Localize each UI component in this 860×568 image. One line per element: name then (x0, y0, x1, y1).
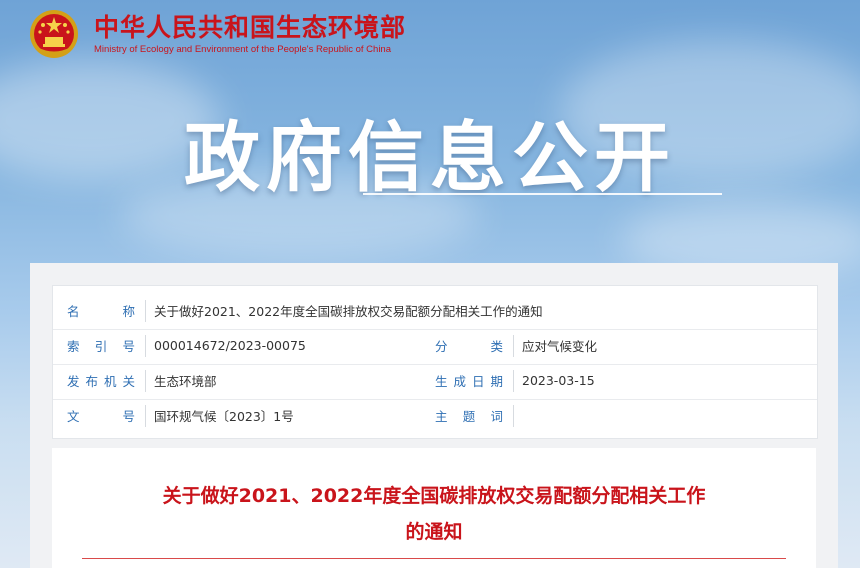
meta-label-publisher: 发布机关 (67, 374, 135, 389)
site-header[interactable]: 中华人民共和国生态环境部 Ministry of Ecology and Env… (28, 6, 406, 62)
meta-separator (145, 369, 146, 392)
meta-value-index: 000014672/2023-00075 (154, 338, 306, 353)
document-title-line1: 关于做好2021、2022年度全国碳排放权交易配额分配相关工作 (162, 485, 706, 507)
meta-label-date: 生成日期 (435, 374, 503, 389)
national-emblem-icon (30, 10, 78, 58)
meta-separator (513, 369, 514, 392)
meta-label-doc-no: 文 号 (67, 409, 135, 424)
meta-value-name: 关于做好2021、2022年度全国碳排放权交易配额分配相关工作的通知 (154, 304, 543, 319)
meta-row-name: 名 称 关于做好2021、2022年度全国碳排放权交易配额分配相关工作的通知 (53, 293, 817, 328)
meta-label-category: 分 类 (435, 339, 503, 354)
metadata-table: 名 称 关于做好2021、2022年度全国碳排放权交易配额分配相关工作的通知 索… (52, 285, 818, 439)
meta-row-index: 索 引 号 000014672/2023-00075 (53, 328, 423, 363)
site-name-en: Ministry of Ecology and Environment of t… (94, 43, 392, 55)
meta-label-topic: 主 题 词 (435, 409, 503, 424)
page: 中华人民共和国生态环境部 Ministry of Ecology and Env… (0, 0, 860, 568)
meta-separator (513, 404, 514, 427)
meta-row-doc-no: 文 号 国环规气候〔2023〕1号 (53, 398, 423, 433)
site-name-cn: 中华人民共和国生态环境部 (94, 12, 407, 42)
meta-label-index: 索 引 号 (67, 339, 135, 354)
meta-row-category: 分 类 应对气候变化 (421, 328, 811, 363)
meta-value-publisher: 生态环境部 (154, 374, 217, 389)
meta-label-name: 名 称 (67, 304, 135, 319)
hero-title: 政府信息公开 (184, 113, 676, 202)
meta-separator (145, 299, 146, 322)
meta-row-date: 生成日期 2023-03-15 (421, 363, 811, 398)
meta-separator (145, 404, 146, 427)
meta-value-doc-no: 国环规气候〔2023〕1号 (154, 409, 294, 424)
meta-value-date: 2023-03-15 (522, 373, 595, 388)
hero-divider (363, 193, 722, 195)
document-title: 关于做好2021、2022年度全国碳排放权交易配额分配相关工作 的通知 (52, 478, 816, 550)
document-title-line2: 的通知 (405, 521, 463, 543)
document-body: 关于做好2021、2022年度全国碳排放权交易配额分配相关工作 的通知 (52, 448, 816, 568)
meta-row-topic: 主 题 词 (421, 398, 811, 433)
meta-row-publisher: 发布机关 生态环境部 (53, 363, 423, 398)
document-title-rule (82, 558, 786, 559)
meta-separator (513, 334, 514, 357)
meta-value-category: 应对气候变化 (522, 339, 598, 354)
meta-separator (145, 334, 146, 357)
